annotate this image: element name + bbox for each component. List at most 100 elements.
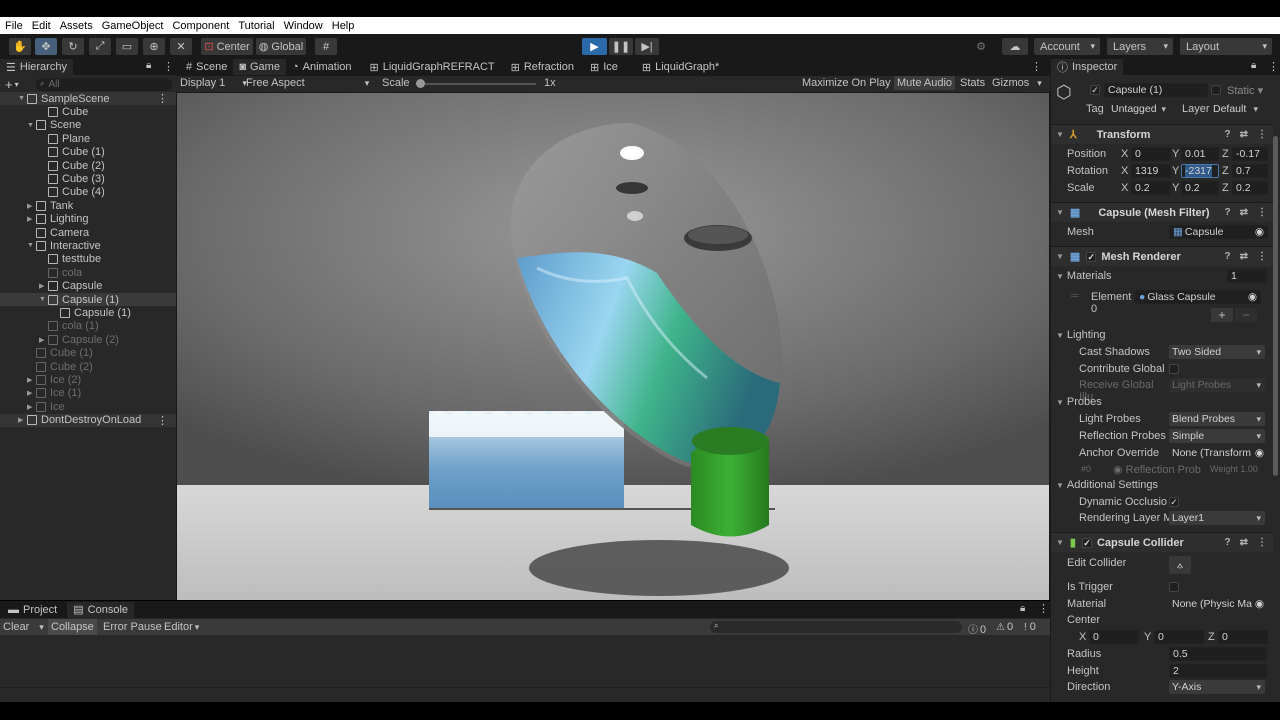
menu-component[interactable]: Component xyxy=(172,20,229,32)
layout-dropdown[interactable]: Layout ▾ xyxy=(1180,38,1272,55)
hierarchy-item[interactable]: cola xyxy=(0,266,176,279)
mesh-object-field[interactable]: ▦ Capsule ◉ xyxy=(1169,225,1268,239)
more-menu-icon[interactable]: ⋮ xyxy=(1257,251,1267,262)
object-name-field[interactable]: Capsule (1) xyxy=(1104,83,1208,97)
hierarchy-item[interactable]: ▼ Capsule (1) xyxy=(0,293,176,306)
hierarchy-item[interactable]: Cube xyxy=(0,105,176,118)
scale-y-field[interactable]: 0.2 xyxy=(1181,181,1219,195)
console-search-input[interactable]: ⌕ xyxy=(710,621,962,633)
scale-tool-icon[interactable]: ⤢ xyxy=(89,38,111,55)
preset-icon[interactable]: ⇄ xyxy=(1240,129,1248,140)
menu-assets[interactable]: Assets xyxy=(60,20,93,32)
menu-file[interactable]: File xyxy=(5,20,23,32)
capsule-collider-header[interactable]: ▼ ▮ ✓ Capsule Collider ? ⇄ ⋮ xyxy=(1051,532,1273,552)
tab-inspector[interactable]: ⓘ Inspector xyxy=(1051,59,1124,75)
reflection-probes-dropdown[interactable]: Simple xyxy=(1169,429,1265,443)
inspector-scrollbar[interactable] xyxy=(1273,136,1278,476)
object-picker-icon[interactable]: ◉ xyxy=(1255,598,1264,610)
more-menu-icon[interactable]: ⋮ xyxy=(157,414,168,427)
rendering-layer-dropdown[interactable]: Layer1 xyxy=(1169,511,1265,525)
hierarchy-item[interactable]: Plane xyxy=(0,132,176,145)
hierarchy-item[interactable]: Cube (1) xyxy=(0,347,176,360)
active-checkbox[interactable]: ✓ xyxy=(1090,85,1100,95)
materials-foldout[interactable]: ▼ Materials xyxy=(1056,270,1112,282)
expand-arrow-closed-icon[interactable]: ▶ xyxy=(27,403,36,411)
maximize-on-play-button[interactable]: Maximize On Play xyxy=(802,77,891,89)
more-menu-icon[interactable]: ⋮ xyxy=(1257,537,1267,548)
more-menu-icon[interactable]: ⋮ xyxy=(1268,60,1279,73)
error-pause-toggle[interactable]: Error Pause xyxy=(103,621,162,633)
custom-tool-icon[interactable]: ✕ xyxy=(170,38,192,55)
rotate-tool-icon[interactable]: ↻ xyxy=(62,38,84,55)
space-global-button[interactable]: ◍ Global xyxy=(256,38,306,55)
scale-slider-handle[interactable] xyxy=(416,79,425,88)
rotation-x-field[interactable]: 1319 xyxy=(1131,164,1171,178)
expand-arrow-closed-icon[interactable]: ▶ xyxy=(27,389,36,397)
error-count[interactable]: ! 0 xyxy=(1024,621,1036,633)
tab-liquidgraphrefract[interactable]: ⊞ LiquidGraphREFRACT xyxy=(364,59,501,75)
step-button[interactable]: ▶| xyxy=(635,38,659,55)
contribute-gi-checkbox[interactable] xyxy=(1169,364,1179,374)
scale-slider[interactable] xyxy=(416,79,536,88)
center-x-field[interactable]: 0 xyxy=(1089,630,1139,644)
tab-refraction[interactable]: ⊞ Refraction xyxy=(505,59,580,75)
dynamic-occlusion-checkbox[interactable]: ✓ xyxy=(1169,497,1179,507)
rect-tool-icon[interactable]: ▭ xyxy=(116,38,138,55)
expand-arrow-closed-icon[interactable]: ▶ xyxy=(27,376,36,384)
direction-dropdown[interactable]: Y-Axis xyxy=(1169,680,1265,694)
hierarchy-item[interactable]: testtube xyxy=(0,253,176,266)
tab-console[interactable]: ▤ Console xyxy=(67,601,135,618)
add-icon[interactable]: + xyxy=(5,77,13,92)
materials-count-field[interactable]: 1 xyxy=(1227,269,1267,283)
move-tool-icon[interactable]: ✥ xyxy=(35,38,57,55)
expand-arrow-closed-icon[interactable]: ▶ xyxy=(39,336,48,344)
hierarchy-item[interactable]: Camera xyxy=(0,226,176,239)
account-dropdown[interactable]: Account ▾ xyxy=(1034,38,1100,55)
hierarchy-item[interactable]: ▶ Ice (1) xyxy=(0,387,176,400)
editor-dropdown[interactable]: Editor ▾ xyxy=(164,621,199,633)
transform-tool-icon[interactable]: ⊕ xyxy=(143,38,165,55)
mesh-renderer-header[interactable]: ▼ ▦ ✓ Mesh Renderer ? ⇄ ⋮ xyxy=(1051,246,1273,266)
tab-scene[interactable]: # Scene xyxy=(180,59,233,75)
hierarchy-item[interactable]: Cube (3) xyxy=(0,172,176,185)
light-probes-dropdown[interactable]: Blend Probes xyxy=(1169,412,1265,426)
hierarchy-item[interactable]: Capsule (1) xyxy=(0,306,176,319)
tab-project[interactable]: ▬ Project xyxy=(2,602,63,618)
expand-arrow-open-icon[interactable]: ▼ xyxy=(27,122,36,129)
object-picker-icon[interactable]: ◉ xyxy=(1255,447,1264,459)
mute-audio-button[interactable]: Mute Audio xyxy=(894,76,956,90)
lock-icon[interactable]: 🔒︎ xyxy=(146,60,151,71)
hierarchy-item[interactable]: ▶ Capsule (2) xyxy=(0,333,176,346)
more-menu-icon[interactable]: ⋮ xyxy=(1257,207,1267,218)
lighting-foldout[interactable]: ▼ Lighting xyxy=(1056,329,1105,341)
hierarchy-item[interactable]: Cube (1) xyxy=(0,146,176,159)
display-dropdown[interactable]: Display 1 ▾ xyxy=(180,77,247,89)
preset-icon[interactable]: ⇄ xyxy=(1240,251,1248,262)
help-icon[interactable]: ? xyxy=(1225,251,1231,262)
gizmos-dropdown[interactable]: Gizmos ▾ xyxy=(992,77,1042,89)
hierarchy-scene-row[interactable]: ▼ SampleScene ⋮ xyxy=(0,92,176,105)
more-menu-icon[interactable]: ⋮ xyxy=(1257,129,1267,140)
hierarchy-item[interactable]: Cube (2) xyxy=(0,159,176,172)
help-icon[interactable]: ? xyxy=(1225,537,1231,548)
additional-settings-foldout[interactable]: ▼ Additional Settings xyxy=(1056,479,1158,491)
collapse-toggle[interactable]: Collapse xyxy=(48,619,97,635)
object-picker-icon[interactable]: ◉ xyxy=(1248,291,1257,303)
more-menu-icon[interactable]: ⋮ xyxy=(1038,602,1049,615)
expand-arrow-closed-icon[interactable]: ▶ xyxy=(18,416,27,424)
probes-foldout[interactable]: ▼ Probes xyxy=(1056,396,1102,408)
scale-z-field[interactable]: 0.2 xyxy=(1232,181,1268,195)
expand-arrow-open-icon[interactable]: ▼ xyxy=(27,242,36,249)
hierarchy-item[interactable]: ▶ Tank xyxy=(0,199,176,212)
tag-dropdown[interactable]: Untagged xyxy=(1108,102,1170,116)
hierarchy-scene-row[interactable]: ▶ DontDestroyOnLoad ⋮ xyxy=(0,413,176,427)
chevron-down-icon[interactable]: ▾ xyxy=(15,80,19,89)
menu-help[interactable]: Help xyxy=(332,20,355,32)
lock-icon[interactable]: 🔒︎ xyxy=(1020,603,1025,614)
rotation-y-field[interactable]: -2317 xyxy=(1181,164,1219,178)
lock-icon[interactable]: 🔒︎ xyxy=(1251,60,1256,71)
hierarchy-item[interactable]: Cube (4) xyxy=(0,186,176,199)
center-z-field[interactable]: 0 xyxy=(1218,630,1268,644)
more-menu-icon[interactable]: ⋮ xyxy=(1031,60,1042,73)
aspect-dropdown[interactable]: Free Aspect ▾ xyxy=(246,77,369,89)
